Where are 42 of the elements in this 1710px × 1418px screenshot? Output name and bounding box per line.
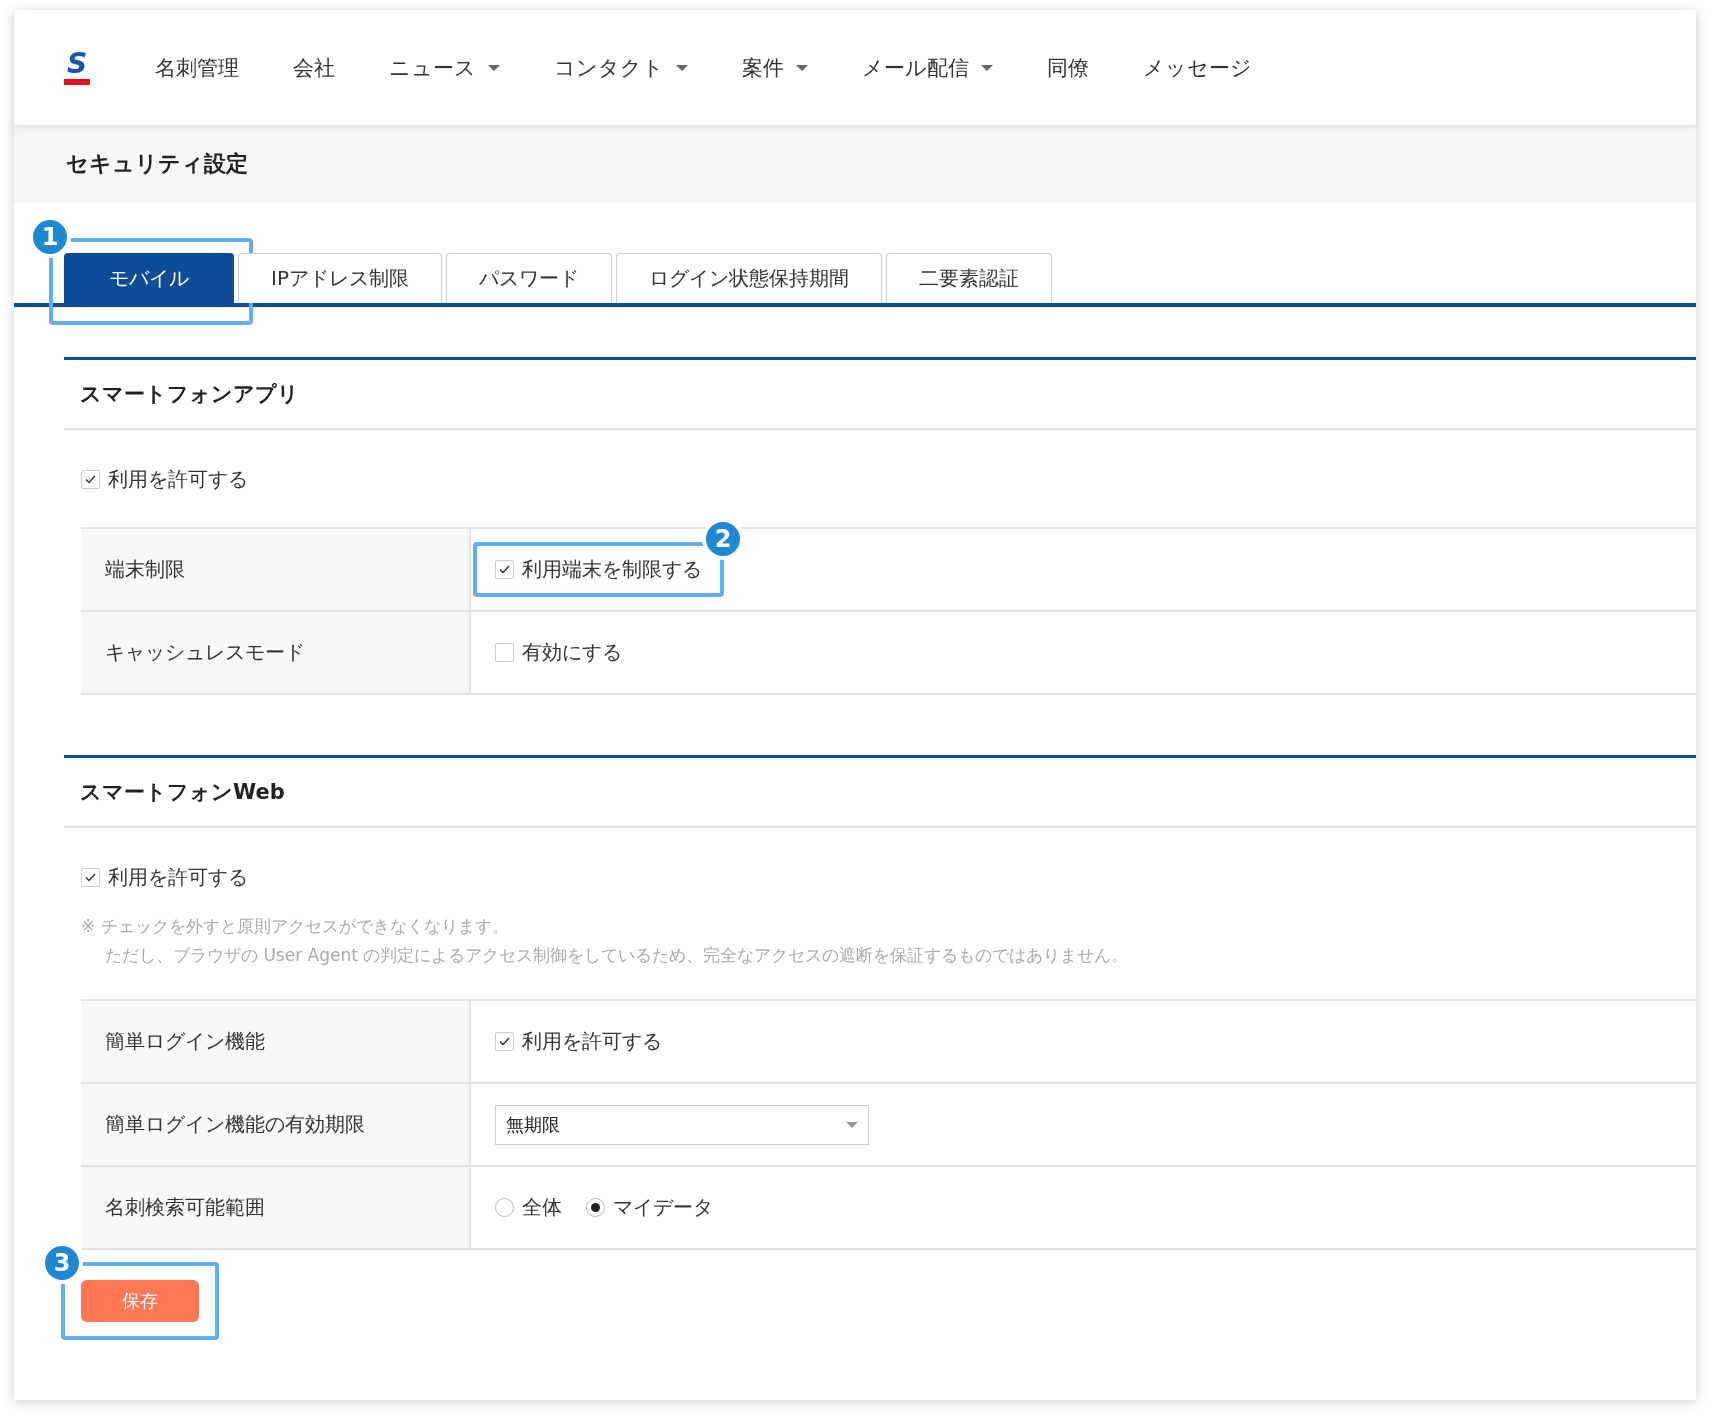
row-label: 簡単ログイン機能の有効期限 — [81, 1084, 471, 1165]
section-title: スマートフォンWeb — [64, 758, 1696, 828]
checkbox[interactable] — [81, 470, 100, 489]
nav-link[interactable]: 名刺管理 — [128, 53, 267, 82]
nav-link[interactable]: メッセージ — [1116, 53, 1280, 82]
checkbox-label: 有効にする — [522, 639, 622, 666]
checkmark-icon — [85, 873, 96, 882]
section-title: スマートフォンアプリ — [64, 360, 1696, 430]
radio-label: 全体 — [522, 1194, 562, 1221]
nav-link[interactable]: 会社 — [266, 53, 363, 82]
row-label: 簡単ログイン機能 — [81, 1001, 471, 1082]
tab[interactable]: ログイン状態保持期間 — [615, 253, 882, 303]
nav-link[interactable]: 同僚 — [1020, 53, 1117, 82]
checkbox-label: 利用を許可する — [108, 466, 248, 493]
note-text: ただし、ブラウザの User Agent の判定によるアクセス制御をしているため、完全なアクセスの遮断を保証するものではありません。 — [104, 944, 1130, 967]
tab[interactable]: 二要素認証 — [885, 253, 1052, 303]
checkbox[interactable] — [81, 868, 100, 887]
row-label: 端末制限 — [81, 529, 471, 610]
nav-link[interactable]: ニュース — [362, 53, 528, 82]
logo[interactable]: S — [64, 50, 91, 85]
checkbox-label: 利用端末を制限する — [522, 556, 702, 583]
checkmark-icon — [499, 1037, 510, 1046]
nav-link[interactable]: 案件 — [715, 53, 836, 82]
page-title: セキュリティ設定 — [66, 150, 248, 178]
checkbox[interactable] — [495, 1032, 514, 1051]
checkbox[interactable] — [495, 643, 514, 662]
row-label: 名刺検索可能範囲 — [81, 1167, 471, 1248]
note-text: ※ チェックを外すと原則アクセスができなくなります。 — [81, 915, 510, 938]
tab[interactable]: パスワード — [445, 253, 612, 303]
nav-link[interactable]: コンタクト — [527, 53, 716, 82]
checkbox-label: 利用を許可する — [108, 864, 248, 891]
checkbox-label: 利用を許可する — [522, 1028, 662, 1055]
radio-label: マイデータ — [613, 1194, 713, 1221]
row-label: キャッシュレスモード — [81, 612, 471, 693]
expiry-select[interactable]: 無期限 — [495, 1104, 869, 1145]
checkmark-icon — [85, 475, 96, 484]
checkmark-icon — [499, 565, 510, 574]
caret-icon — [846, 1121, 858, 1128]
nav-link[interactable]: メール配信 — [835, 53, 1021, 82]
tab[interactable]: IPアドレス制限 — [238, 253, 442, 303]
checkbox[interactable] — [495, 560, 514, 579]
tab[interactable]: モバイル — [64, 253, 234, 303]
